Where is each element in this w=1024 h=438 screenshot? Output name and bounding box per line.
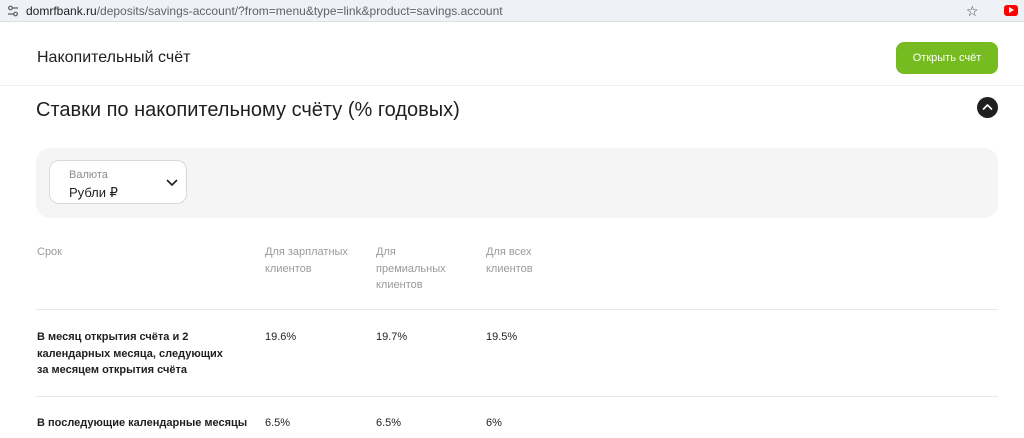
url-host: domrfbank.ru — [26, 4, 97, 18]
bookmark-star-icon[interactable]: ☆ — [966, 3, 979, 19]
chevron-down-icon — [166, 179, 178, 186]
table-cell-premium: 19.7% — [376, 331, 408, 343]
table-cell-salary: 19.6% — [265, 331, 297, 343]
column-header-all: Для всех клиентов — [486, 246, 533, 275]
filter-panel: Валюта Рубли ₽ — [36, 148, 998, 218]
table-cell-term: В месяц открытия счёта и 2 календарных м… — [37, 331, 223, 376]
open-account-button[interactable]: Открыть счёт — [896, 42, 998, 74]
collapse-section-button[interactable] — [977, 97, 998, 118]
url-field[interactable]: domrfbank.ru/deposits/savings-account/?f… — [26, 4, 503, 18]
table-cell-all: 6% — [486, 417, 502, 429]
url-path: /deposits/savings-account/?from=menu&typ… — [96, 4, 503, 18]
section-title: Ставки по накопительному счёту (% годовы… — [36, 99, 460, 121]
table-cell-term: В последующие календарные месяцы — [37, 417, 248, 429]
table-divider — [36, 396, 998, 397]
page-header: Накопительный счёт Открыть счёт — [0, 22, 1024, 86]
table-cell-all: 19.5% — [486, 331, 518, 343]
table-cell-salary: 6.5% — [265, 417, 291, 429]
table-cell-premium: 6.5% — [376, 417, 402, 429]
column-header-term: Срок — [37, 246, 62, 258]
currency-select[interactable]: Валюта Рубли ₽ — [49, 160, 187, 204]
youtube-extension-icon[interactable] — [1004, 5, 1018, 16]
column-header-salary: Для зарплатных клиентов — [265, 246, 348, 275]
currency-label: Валюта — [69, 169, 108, 181]
site-settings-icon[interactable] — [6, 4, 20, 18]
chevron-up-icon — [982, 104, 993, 110]
currency-value: Рубли ₽ — [69, 185, 118, 200]
browser-address-bar: domrfbank.ru/deposits/savings-account/?f… — [0, 0, 1024, 22]
column-header-premium: Для премиальных клиентов — [376, 246, 446, 291]
table-divider — [36, 309, 998, 310]
page-title: Накопительный счёт — [37, 49, 191, 66]
